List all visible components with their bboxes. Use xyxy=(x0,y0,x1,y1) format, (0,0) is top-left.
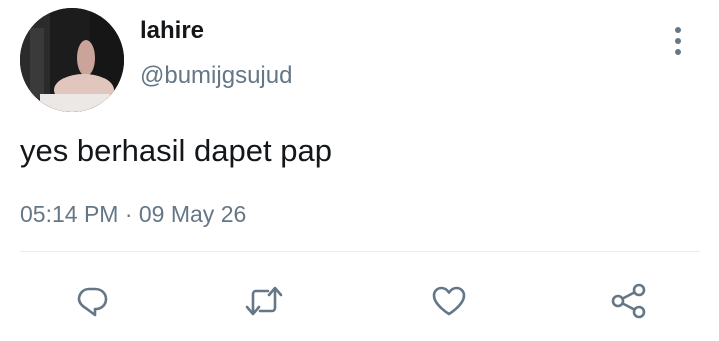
like-button[interactable] xyxy=(427,279,471,323)
tweet-timestamp[interactable]: 05:14 PM · 09 May 26 xyxy=(20,200,246,228)
avatar[interactable] xyxy=(20,8,124,112)
heart-icon xyxy=(432,286,466,316)
retweet-icon xyxy=(245,286,283,316)
reply-icon xyxy=(77,287,108,317)
more-vertical-icon[interactable] xyxy=(664,24,692,58)
divider xyxy=(20,251,700,252)
display-name[interactable]: lahire xyxy=(140,17,204,45)
share-icon xyxy=(611,283,646,319)
share-button[interactable] xyxy=(607,279,651,323)
retweet-button[interactable] xyxy=(242,279,286,323)
user-handle[interactable]: @bumijgsujud xyxy=(140,62,292,90)
tweet-card: lahire @bumijgsujud yes berhasil dapet p… xyxy=(0,0,719,341)
tweet-text: yes berhasil dapet pap xyxy=(20,133,332,168)
reply-button[interactable] xyxy=(70,279,114,323)
